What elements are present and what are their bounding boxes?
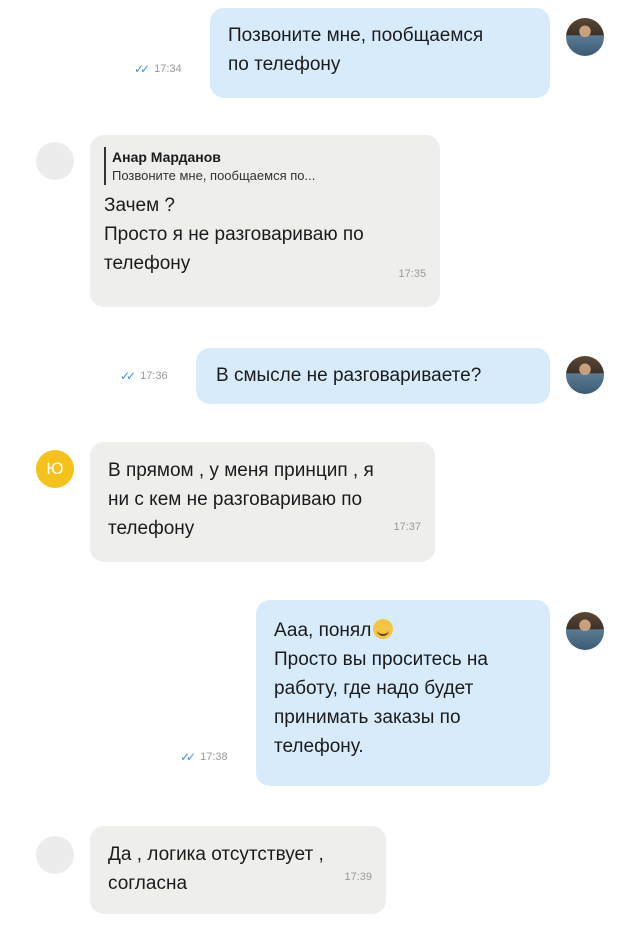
message-bubble-outgoing[interactable]: В смысле не разговариваете? <box>196 348 550 404</box>
double-check-icon: ✓✓ <box>180 750 196 764</box>
message-time: 17:35 <box>398 268 426 280</box>
reply-author: Анар Марданов <box>112 149 221 165</box>
read-status: ✓✓ 17:36 <box>120 369 168 383</box>
user-avatar[interactable] <box>566 356 604 394</box>
grinning-sweat-emoji-icon <box>373 619 394 639</box>
message-text: Ааа, понял <box>274 620 372 641</box>
message-text-line: работу, где надо будет <box>274 678 474 699</box>
chat-window: ✓✓ 17:34 Позвоните мне, пообщаемся по те… <box>0 0 640 933</box>
reply-quote[interactable]: Анар Марданов Позвоните мне, пообщаемся … <box>104 147 426 185</box>
double-check-icon: ✓✓ <box>120 369 136 383</box>
message-text-line: Позвоните мне, пообщаемся <box>228 25 484 46</box>
message-bubble-incoming[interactable]: В прямом , у меня принцип , я ни с кем н… <box>90 442 435 562</box>
message-bubble-incoming[interactable]: Анар Марданов Позвоните мне, пообщаемся … <box>90 135 440 307</box>
message-time: 17:39 <box>344 871 372 883</box>
message-text-line: Да , логика отсутствует , <box>108 844 324 865</box>
message-text-line: принимать заказы по <box>274 707 461 728</box>
message-bubble-incoming[interactable]: Да , логика отсутствует , согласна 17:39 <box>90 826 386 914</box>
user-avatar[interactable] <box>566 18 604 56</box>
contact-avatar[interactable] <box>36 142 74 180</box>
message-text-line: Просто вы проситесь на <box>274 649 488 670</box>
message-text-line: телефону <box>104 253 191 274</box>
message-text-line: по телефону <box>228 54 341 75</box>
message-text-line: телефону <box>108 518 195 539</box>
message-text-line: ни с кем не разговариваю по <box>108 489 363 510</box>
message-time: 17:37 <box>393 521 421 533</box>
message-time: 17:38 <box>200 751 228 763</box>
user-avatar[interactable] <box>566 612 604 650</box>
message-text-line: В прямом , у меня принцип , я <box>108 460 374 481</box>
message-bubble-outgoing[interactable]: Позвоните мне, пообщаемся по телефону <box>210 8 550 98</box>
message-text-line: Ааа, понял <box>274 616 532 645</box>
message-text-line: Просто я не разговариваю по <box>104 224 364 245</box>
reply-text: Позвоните мне, пообщаемся по... <box>112 168 316 183</box>
message-text-line: В смысле не разговариваете? <box>216 365 482 386</box>
double-check-icon: ✓✓ <box>134 62 150 76</box>
read-status: ✓✓ 17:38 <box>180 750 228 764</box>
message-text-line: телефону. <box>274 736 364 757</box>
avatar-letter: Ю <box>46 459 64 478</box>
contact-avatar[interactable]: Ю <box>36 450 74 488</box>
message-time: 17:36 <box>140 370 168 382</box>
message-time: 17:34 <box>154 63 182 75</box>
contact-avatar[interactable] <box>36 836 74 874</box>
message-text-line: согласна <box>108 873 188 894</box>
message-bubble-outgoing[interactable]: Ааа, понял Просто вы проситесь на работу… <box>256 600 550 786</box>
read-status: ✓✓ 17:34 <box>134 62 182 76</box>
message-text-line: Зачем ? <box>104 195 175 216</box>
